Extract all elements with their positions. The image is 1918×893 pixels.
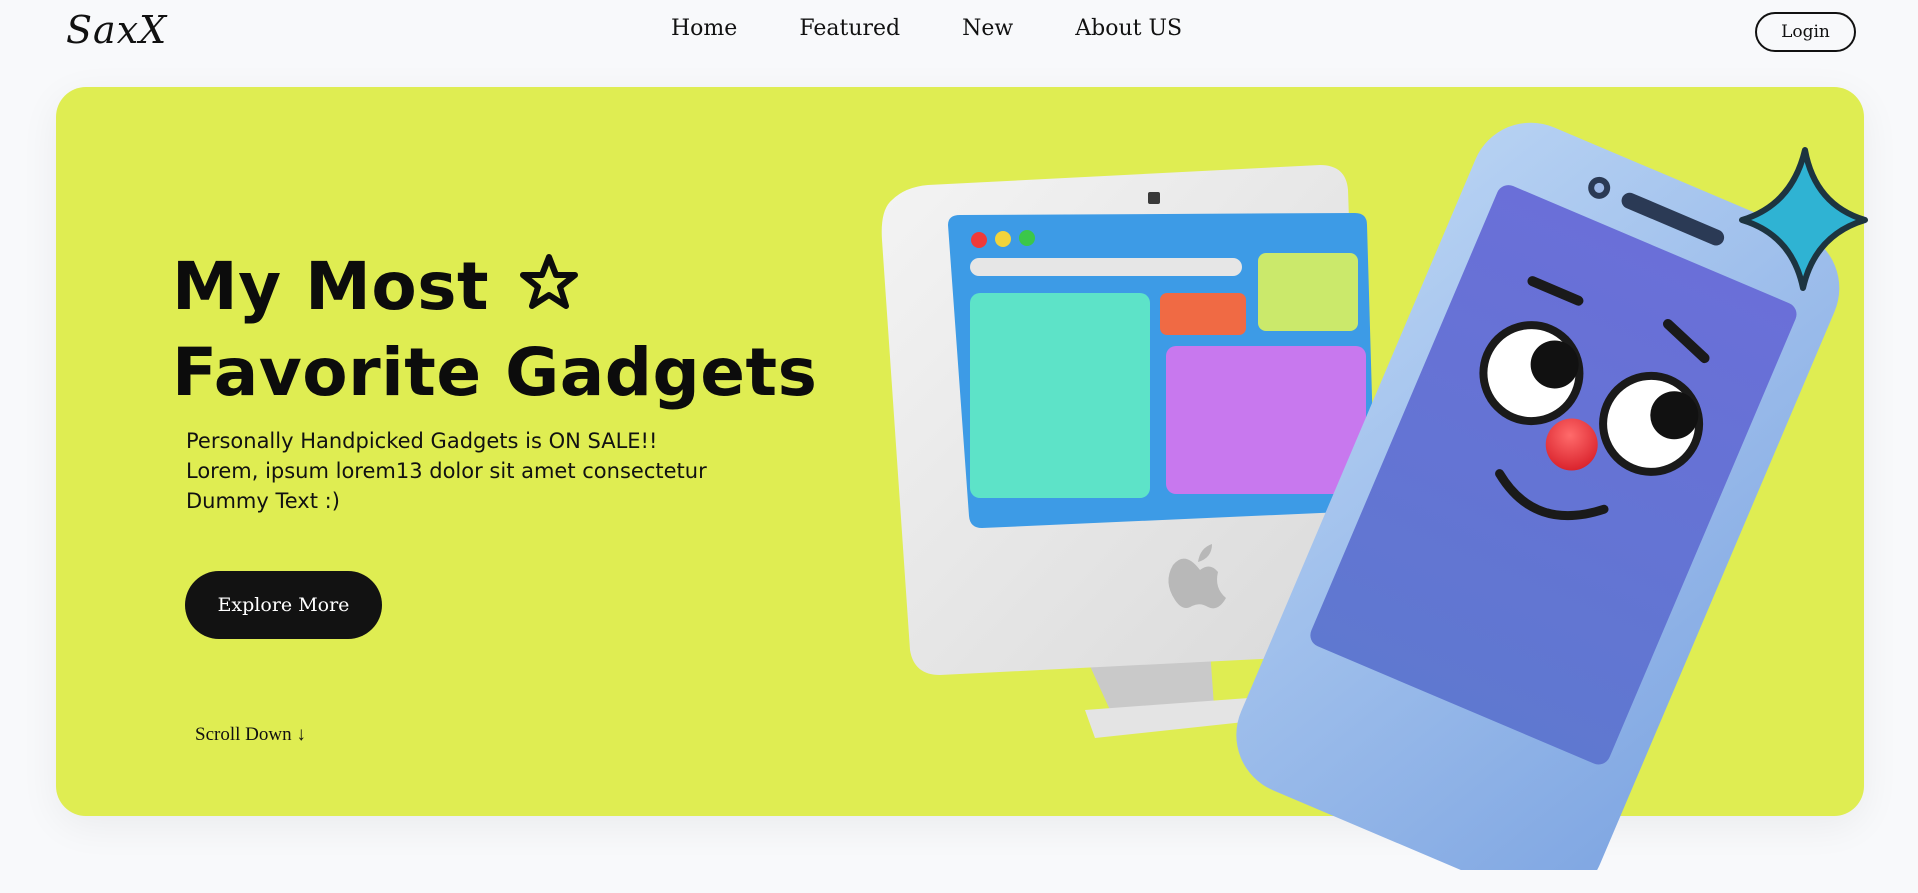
nav-link-featured[interactable]: Featured xyxy=(799,16,900,41)
hero-title-line1: My Most xyxy=(172,248,490,325)
hero-title-line2: Favorite Gadgets xyxy=(172,333,818,411)
site-logo[interactable]: SaxX xyxy=(66,8,167,52)
nav-link-home[interactable]: Home xyxy=(671,16,737,41)
hero-subtitle: Personally Handpicked Gadgets is ON SALE… xyxy=(186,426,707,516)
star-outline-icon xyxy=(519,250,579,332)
subtitle-line: Dummy Text :) xyxy=(186,489,340,513)
explore-more-button[interactable]: Explore More xyxy=(185,571,382,639)
gadgets-illustration xyxy=(881,122,1868,870)
hero-title: My Most Favorite Gadgets xyxy=(172,246,817,414)
main-menu: Home Featured New About US xyxy=(671,16,1182,41)
top-navbar: SaxX Home Featured New About US Login xyxy=(0,0,1918,70)
subtitle-line: Personally Handpicked Gadgets is ON SALE… xyxy=(186,429,658,453)
nav-link-new[interactable]: New xyxy=(962,16,1013,41)
subtitle-line: Lorem, ipsum lorem13 dolor sit amet cons… xyxy=(186,459,707,483)
nav-link-about[interactable]: About US xyxy=(1075,16,1182,41)
scroll-down-link[interactable]: Scroll Down ↓ xyxy=(195,724,306,746)
login-button[interactable]: Login xyxy=(1755,12,1856,52)
